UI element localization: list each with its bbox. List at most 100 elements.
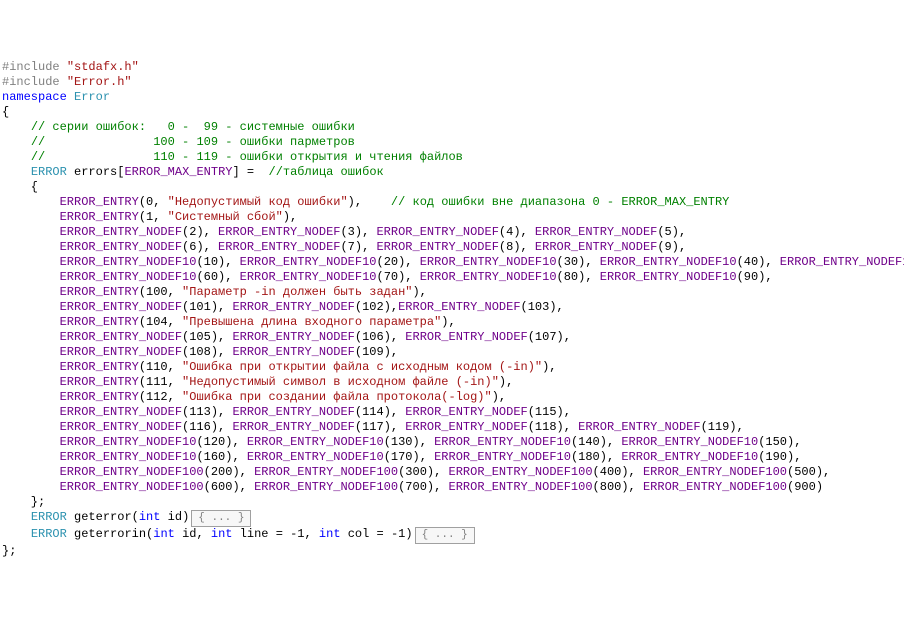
param-col: col	[348, 527, 370, 541]
fn-geterrorin: geterrorin	[74, 527, 146, 541]
number-literal: 1	[146, 210, 153, 224]
number-literal: 110	[146, 360, 168, 374]
comment-line: //таблица ошибок	[269, 165, 384, 179]
keyword-int: int	[319, 527, 341, 541]
number-literal: 170	[391, 450, 413, 464]
number-literal: 900	[794, 480, 816, 494]
macro: ERROR_ENTRY_NODEF10	[600, 270, 737, 284]
macro: ERROR_ENTRY_NODEF	[376, 240, 498, 254]
include-path-2: "Error.h"	[67, 75, 132, 89]
macro: ERROR_ENTRY_NODEF10	[60, 255, 197, 269]
macro: ERROR_ENTRY_NODEF10	[240, 255, 377, 269]
comment-line: // 100 - 109 - ошибки парметров	[31, 135, 355, 149]
param-line: line	[240, 527, 269, 541]
keyword-namespace: namespace	[2, 90, 67, 104]
macro: ERROR_ENTRY	[60, 285, 139, 299]
macro: ERROR_ENTRY_NODEF	[60, 240, 182, 254]
number-literal: 4	[506, 225, 513, 239]
include-path-1: "stdafx.h"	[67, 60, 139, 74]
number-literal: 108	[189, 345, 211, 359]
code-editor[interactable]: #include "stdafx.h" #include "Error.h" n…	[0, 60, 904, 559]
macro: ERROR_ENTRY_NODEF100	[643, 480, 787, 494]
number-literal: 800	[600, 480, 622, 494]
macro: ERROR_ENTRY_NODEF	[376, 225, 498, 239]
macro: ERROR_ENTRY_NODEF10	[420, 270, 557, 284]
macro: ERROR_ENTRY_NODEF100	[254, 480, 398, 494]
param-id: id	[168, 510, 182, 524]
macro: ERROR_ENTRY_NODEF10	[434, 435, 571, 449]
number-literal: 6	[189, 240, 196, 254]
number-literal: 80	[564, 270, 578, 284]
number-literal: 112	[146, 390, 168, 404]
number-literal: 117	[362, 420, 384, 434]
string-literal: "Недопустимый код ошибки"	[168, 195, 348, 209]
number-literal: -1	[391, 527, 405, 541]
number-literal: 116	[189, 420, 211, 434]
number-literal: 107	[535, 330, 557, 344]
number-literal: 20	[384, 255, 398, 269]
number-literal: 400	[600, 465, 622, 479]
type-name: ERROR	[31, 510, 67, 524]
macro: ERROR_ENTRY_NODEF100	[643, 465, 787, 479]
array-name: errors	[74, 165, 117, 179]
number-literal: 113	[189, 405, 211, 419]
fn-geterror: geterror	[74, 510, 132, 524]
macro: ERROR_ENTRY_NODEF10	[60, 435, 197, 449]
macro: ERROR_ENTRY_NODEF10	[420, 255, 557, 269]
macro: ERROR_ENTRY_NODEF	[232, 330, 354, 344]
macro: ERROR_ENTRY	[60, 315, 139, 329]
number-literal: 105	[189, 330, 211, 344]
number-literal: 70	[384, 270, 398, 284]
macro: ERROR_ENTRY_NODEF10	[621, 435, 758, 449]
macro: ERROR_ENTRY_NODEF10	[434, 450, 571, 464]
macro: ERROR_ENTRY_NODEF10	[247, 450, 384, 464]
number-literal: 130	[391, 435, 413, 449]
number-literal: 2	[189, 225, 196, 239]
macro: ERROR_ENTRY_NODEF	[535, 225, 657, 239]
macro: ERROR_ENTRY_NODEF10	[780, 255, 904, 269]
macro: ERROR_ENTRY_NODEF	[218, 225, 340, 239]
number-literal: 120	[204, 435, 226, 449]
comment-line: // серии ошибок: 0 - 99 - системные ошиб…	[31, 120, 355, 134]
macro: ERROR_ENTRY_NODEF	[60, 420, 182, 434]
macro: ERROR_ENTRY	[60, 390, 139, 404]
macro: ERROR_ENTRY_NODEF	[60, 300, 182, 314]
macro: ERROR_ENTRY	[60, 210, 139, 224]
macro: ERROR_ENTRY_NODEF	[60, 330, 182, 344]
string-literal: "Ошибка при создании файла протокола(-lo…	[182, 390, 492, 404]
macro: ERROR_ENTRY_NODEF10	[240, 270, 377, 284]
number-literal: 9	[665, 240, 672, 254]
macro: ERROR_ENTRY_NODEF	[405, 405, 527, 419]
macro: ERROR_ENTRY_NODEF100	[449, 465, 593, 479]
number-literal: 600	[211, 480, 233, 494]
macro: ERROR_ENTRY_NODEF	[232, 420, 354, 434]
number-literal: 109	[362, 345, 384, 359]
fold-region[interactable]: { ... }	[415, 527, 475, 544]
keyword-int: int	[153, 527, 175, 541]
fold-region[interactable]: { ... }	[191, 510, 251, 527]
number-literal: 700	[405, 480, 427, 494]
number-literal: 111	[146, 375, 168, 389]
number-literal: 103	[528, 300, 550, 314]
macro: ERROR_ENTRY_NODEF	[398, 300, 520, 314]
number-literal: 90	[744, 270, 758, 284]
type-name: ERROR	[31, 165, 67, 179]
param-id: id	[182, 527, 196, 541]
macro: ERROR_ENTRY_NODEF	[405, 330, 527, 344]
string-literal: "Системный сбой"	[168, 210, 283, 224]
macro: ERROR_ENTRY_NODEF	[218, 240, 340, 254]
number-literal: 100	[146, 285, 168, 299]
number-literal: 101	[189, 300, 211, 314]
string-literal: "Недопустимый символ в исходном файле (-…	[182, 375, 499, 389]
macro: ERROR_ENTRY_NODEF	[535, 240, 657, 254]
string-literal: "Ошибка при открытии файла с исходным ко…	[182, 360, 542, 374]
number-literal: 200	[211, 465, 233, 479]
comment-line: // 110 - 119 - ошибки открытия и чтения …	[31, 150, 463, 164]
number-literal: 160	[204, 450, 226, 464]
number-literal: 106	[362, 330, 384, 344]
macro: ERROR_ENTRY	[60, 360, 139, 374]
number-literal: 180	[578, 450, 600, 464]
number-literal: 300	[405, 465, 427, 479]
number-literal: 500	[794, 465, 816, 479]
macro: ERROR_ENTRY_NODEF	[60, 345, 182, 359]
